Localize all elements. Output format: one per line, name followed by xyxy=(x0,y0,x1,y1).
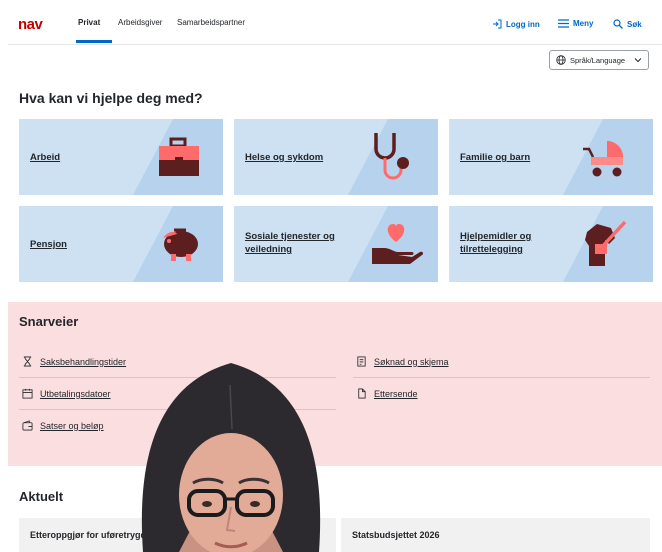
card-label: Pensjon xyxy=(30,239,67,250)
shortcut-label: Ettersende xyxy=(374,388,418,399)
heart-hand-icon xyxy=(372,224,424,264)
chevron-down-icon xyxy=(634,58,642,63)
search-button[interactable]: Søk xyxy=(613,19,642,29)
card-label: Familie og barn xyxy=(460,152,531,163)
wallet-icon xyxy=(22,420,33,431)
shortcut-label: Søknad og skjema xyxy=(374,356,449,367)
card-sosiale[interactable]: Sosiale tjenester og veiledning xyxy=(234,206,438,282)
hourglass-icon xyxy=(23,356,32,367)
card-arbeid[interactable]: Arbeid xyxy=(19,119,223,195)
menu-label: Meny xyxy=(573,19,594,28)
search-label: Søk xyxy=(627,19,642,29)
document-icon xyxy=(358,388,366,399)
search-icon xyxy=(613,19,623,29)
tab-samarbeidspartner[interactable]: Samarbeidspartner xyxy=(177,18,245,27)
card-hjelpemidler[interactable]: Hjelpemidler og tilrettelegging xyxy=(449,206,653,282)
language-select[interactable]: Språk/Language xyxy=(549,50,649,70)
login-icon xyxy=(493,19,502,29)
calendar-icon xyxy=(22,388,33,399)
news-title: Etteroppgjør for uføretrygd xyxy=(30,530,146,540)
card-pensjon[interactable]: Pensjon xyxy=(19,206,223,282)
form-icon xyxy=(357,356,366,367)
service-dog-icon xyxy=(585,220,627,266)
card-label: Arbeid xyxy=(30,152,61,163)
briefcase-icon xyxy=(159,137,199,176)
page: nav Privat Arbeidsgiver Samarbeidspartne… xyxy=(8,8,662,552)
hamburger-icon xyxy=(558,19,569,28)
divider xyxy=(353,377,650,378)
shortcut-satser[interactable]: Satser og beløp xyxy=(22,420,104,431)
card-familie[interactable]: Familie og barn xyxy=(449,119,653,195)
card-label: Hjelpemidler og tilrettelegging xyxy=(460,231,532,255)
login-label: Logg inn xyxy=(506,19,540,29)
card-label: Sosiale tjenester og veiledning xyxy=(245,231,335,255)
person-photo xyxy=(141,363,321,552)
piggy-bank-icon xyxy=(163,228,198,261)
card-helse[interactable]: Helse og sykdom xyxy=(234,119,438,195)
shortcuts-section: Snarveier Saksbehandlingstider Utbetalin… xyxy=(8,302,662,466)
card-label: Helse og sykdom xyxy=(245,152,324,163)
globe-icon xyxy=(556,55,566,65)
news-heading: Aktuelt xyxy=(19,489,64,504)
shortcut-label: Saksbehandlingstider xyxy=(40,356,127,367)
site-header: nav Privat Arbeidsgiver Samarbeidspartne… xyxy=(8,8,662,45)
stroller-icon xyxy=(583,141,623,177)
shortcuts-heading: Snarveier xyxy=(19,314,79,329)
shortcut-label: Satser og beløp xyxy=(40,420,104,431)
shortcut-soknad[interactable]: Søknad og skjema xyxy=(356,356,449,367)
news-title: Statsbudsjettet 2026 xyxy=(352,530,440,540)
page-heading: Hva kan vi hjelpe deg med? xyxy=(19,90,203,106)
nav-logo[interactable]: nav xyxy=(18,15,58,33)
tab-privat[interactable]: Privat xyxy=(78,18,100,27)
shortcut-ettersende[interactable]: Ettersende xyxy=(356,388,418,399)
shortcut-saksbehandlingstider[interactable]: Saksbehandlingstider xyxy=(22,356,126,367)
svg-text:nav: nav xyxy=(18,16,44,33)
login-button[interactable]: Logg inn xyxy=(492,19,540,29)
news-card[interactable]: Statsbudsjettet 2026 xyxy=(341,518,650,552)
shortcut-label: Utbetalingsdatoer xyxy=(40,388,111,399)
shortcut-utbetalingsdatoer[interactable]: Utbetalingsdatoer xyxy=(22,388,111,399)
language-label: Språk/Language xyxy=(570,55,626,65)
menu-button[interactable]: Meny xyxy=(558,19,593,28)
active-tab-indicator xyxy=(76,40,112,43)
stethoscope-icon xyxy=(374,133,409,180)
tab-arbeidsgiver[interactable]: Arbeidsgiver xyxy=(118,18,162,27)
